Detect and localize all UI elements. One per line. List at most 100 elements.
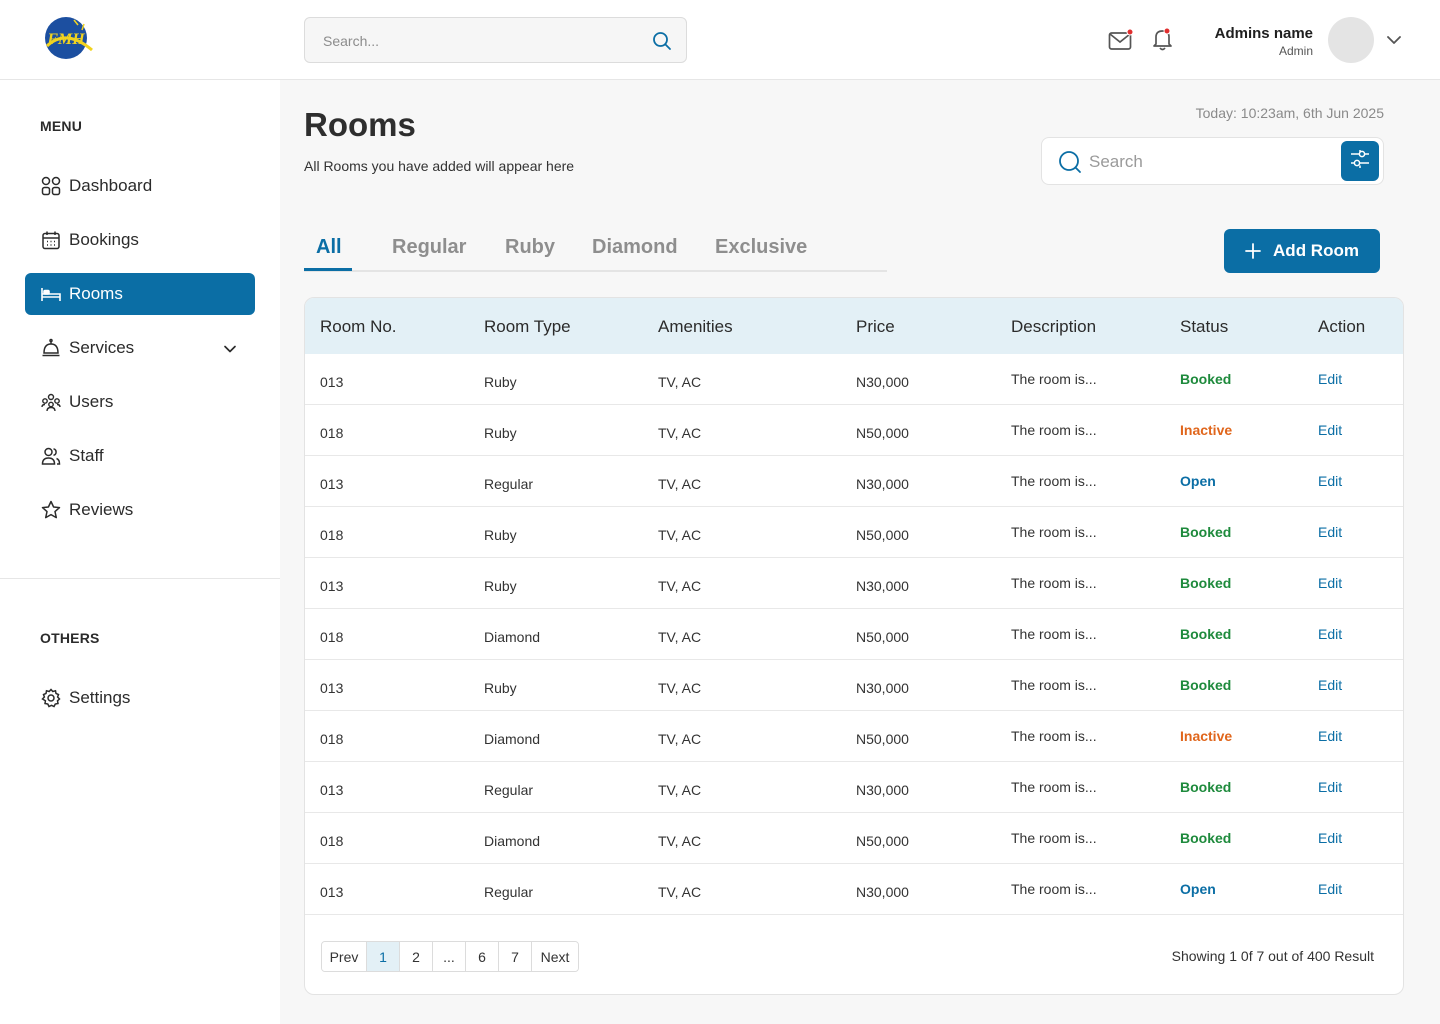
table-row[interactable]: 013 Ruby TV, AC N30,000 The room is... Booked… xyxy=(305,660,1403,711)
sidebar-item-label: Bookings xyxy=(69,230,139,249)
page-button[interactable]: 1 xyxy=(367,942,400,971)
prev-page-button[interactable]: Prev xyxy=(322,942,367,971)
admin-role: Admin xyxy=(1278,44,1313,58)
edit-link[interactable]: Edit xyxy=(1318,371,1342,387)
sidebar-item-reviews[interactable]: Reviews xyxy=(25,489,255,531)
table-row[interactable]: 018 Diamond TV, AC N50,000 The room is... Boo… xyxy=(305,609,1403,660)
table-row[interactable]: 013 Regular TV, AC N30,000 The room is... Boo… xyxy=(305,762,1403,813)
results-summary: Showing 1 0f 7 out of 400 Result xyxy=(1171,948,1374,964)
logo[interactable]: FMH xyxy=(44,16,94,60)
price-cell: N50,000 xyxy=(856,527,909,543)
status-badge: Inactive xyxy=(1180,422,1233,438)
active-tab-indicator xyxy=(304,268,352,271)
edit-link[interactable]: Edit xyxy=(1318,473,1342,489)
sidebar-item-label: Staff xyxy=(69,446,104,465)
amenities-cell: TV, AC xyxy=(658,680,702,696)
room-number-cell: 013 xyxy=(320,476,344,492)
sidebar-item-settings[interactable]: Settings xyxy=(25,677,255,719)
amenities-cell: TV, AC xyxy=(658,374,702,390)
room-type-cell: Ruby xyxy=(484,425,517,441)
column-header[interactable]: Price xyxy=(856,317,895,337)
table-row[interactable]: 013 Ruby TV, AC N30,000 The room is... Booked… xyxy=(305,354,1403,405)
sliders-icon xyxy=(1349,148,1371,175)
tab-exclusive[interactable]: Exclusive xyxy=(715,236,807,259)
room-type-cell: Regular xyxy=(484,782,534,798)
table-row[interactable]: 018 Diamond TV, AC N50,000 The room is... Boo… xyxy=(305,813,1403,864)
edit-link[interactable]: Edit xyxy=(1318,524,1342,540)
sidebar-item-dashboard[interactable]: Dashboard xyxy=(25,165,255,207)
sidebar-item-users[interactable]: Users xyxy=(25,381,255,423)
page-button[interactable]: 6 xyxy=(466,942,499,971)
tab-ruby[interactable]: Ruby xyxy=(505,236,555,259)
room-number-cell: 013 xyxy=(320,374,344,390)
column-header[interactable]: Action xyxy=(1318,317,1365,337)
sidebar: MENU Dashboard Bookings Rooms Services U… xyxy=(0,80,280,1024)
status-badge: Booked xyxy=(1180,371,1232,387)
column-header[interactable]: Room Type xyxy=(484,317,571,337)
price-cell: N30,000 xyxy=(856,374,909,390)
filter-button[interactable] xyxy=(1341,141,1379,181)
edit-link[interactable]: Edit xyxy=(1318,881,1342,897)
edit-link[interactable]: Edit xyxy=(1318,422,1342,438)
rooms-search-input[interactable] xyxy=(1089,151,1329,173)
tab-all[interactable]: All xyxy=(316,236,342,259)
room-number-cell: 013 xyxy=(320,782,344,798)
table-row[interactable]: 013 Regular TV, AC N30,000 The room is... Ope… xyxy=(305,864,1403,915)
tab-regular[interactable]: Regular xyxy=(392,236,466,259)
table-row[interactable]: 018 Ruby TV, AC N50,000 The room is... Booked… xyxy=(305,507,1403,558)
room-type-cell: Ruby xyxy=(484,527,517,543)
edit-link[interactable]: Edit xyxy=(1318,575,1342,591)
amenities-cell: TV, AC xyxy=(658,731,702,747)
status-badge: Open xyxy=(1180,473,1216,489)
tab-diamond[interactable]: Diamond xyxy=(592,236,678,259)
rooms-table: Room No. Room Type Amenities Price Descr… xyxy=(304,297,1404,995)
amenities-cell: TV, AC xyxy=(658,884,702,900)
status-badge: Booked xyxy=(1180,779,1232,795)
chevron-down-icon[interactable] xyxy=(223,341,237,355)
bell-icon[interactable] xyxy=(1151,26,1175,52)
description-cell: The room is... xyxy=(1011,626,1097,642)
sidebar-item-rooms[interactable]: Rooms xyxy=(25,273,255,315)
column-header[interactable]: Description xyxy=(1011,317,1096,337)
status-badge: Open xyxy=(1180,881,1216,897)
table-row[interactable]: 013 Ruby TV, AC N30,000 The room is... Booked… xyxy=(305,558,1403,609)
description-cell: The room is... xyxy=(1011,830,1097,846)
edit-link[interactable]: Edit xyxy=(1318,677,1342,693)
amenities-cell: TV, AC xyxy=(658,782,702,798)
top-bar: FMH Admins name Admin xyxy=(0,0,1440,80)
sidebar-item-bookings[interactable]: Bookings xyxy=(25,219,255,261)
page-button[interactable]: 2 xyxy=(400,942,433,971)
pagination: Prev 1 2 ... 6 7 Next xyxy=(321,941,579,972)
price-cell: N30,000 xyxy=(856,782,909,798)
gear-icon xyxy=(40,687,62,709)
column-header[interactable]: Room No. xyxy=(320,317,397,337)
column-header[interactable]: Amenities xyxy=(658,317,733,337)
table-row[interactable]: 018 Diamond TV, AC N50,000 The room is... Ina… xyxy=(305,711,1403,762)
edit-link[interactable]: Edit xyxy=(1318,779,1342,795)
status-badge: Booked xyxy=(1180,830,1232,846)
menu-section-label: MENU xyxy=(40,118,83,134)
sidebar-item-staff[interactable]: Staff xyxy=(25,435,255,477)
amenities-cell: TV, AC xyxy=(658,425,702,441)
table-row[interactable]: 013 Regular TV, AC N30,000 The room is... Ope… xyxy=(305,456,1403,507)
global-search-input[interactable] xyxy=(323,30,623,52)
search-icon[interactable] xyxy=(652,31,672,51)
search-icon xyxy=(1058,150,1082,174)
edit-link[interactable]: Edit xyxy=(1318,830,1342,846)
avatar[interactable] xyxy=(1328,17,1374,63)
table-row[interactable]: 018 Ruby TV, AC N50,000 The room is... Inacti… xyxy=(305,405,1403,456)
description-cell: The room is... xyxy=(1011,422,1097,438)
calendar-icon xyxy=(40,229,62,251)
chevron-down-icon[interactable] xyxy=(1386,33,1402,47)
mail-icon[interactable] xyxy=(1108,28,1134,52)
page-button[interactable]: 7 xyxy=(499,942,532,971)
add-room-button[interactable]: Add Room xyxy=(1224,229,1380,273)
column-header[interactable]: Status xyxy=(1180,317,1228,337)
room-type-cell: Ruby xyxy=(484,680,517,696)
edit-link[interactable]: Edit xyxy=(1318,728,1342,744)
edit-link[interactable]: Edit xyxy=(1318,626,1342,642)
sidebar-item-label: Services xyxy=(69,338,135,357)
next-page-button[interactable]: Next xyxy=(532,942,578,971)
page-subtitle: All Rooms you have added will appear her… xyxy=(304,158,575,174)
sidebar-item-services[interactable]: Services xyxy=(25,327,255,369)
